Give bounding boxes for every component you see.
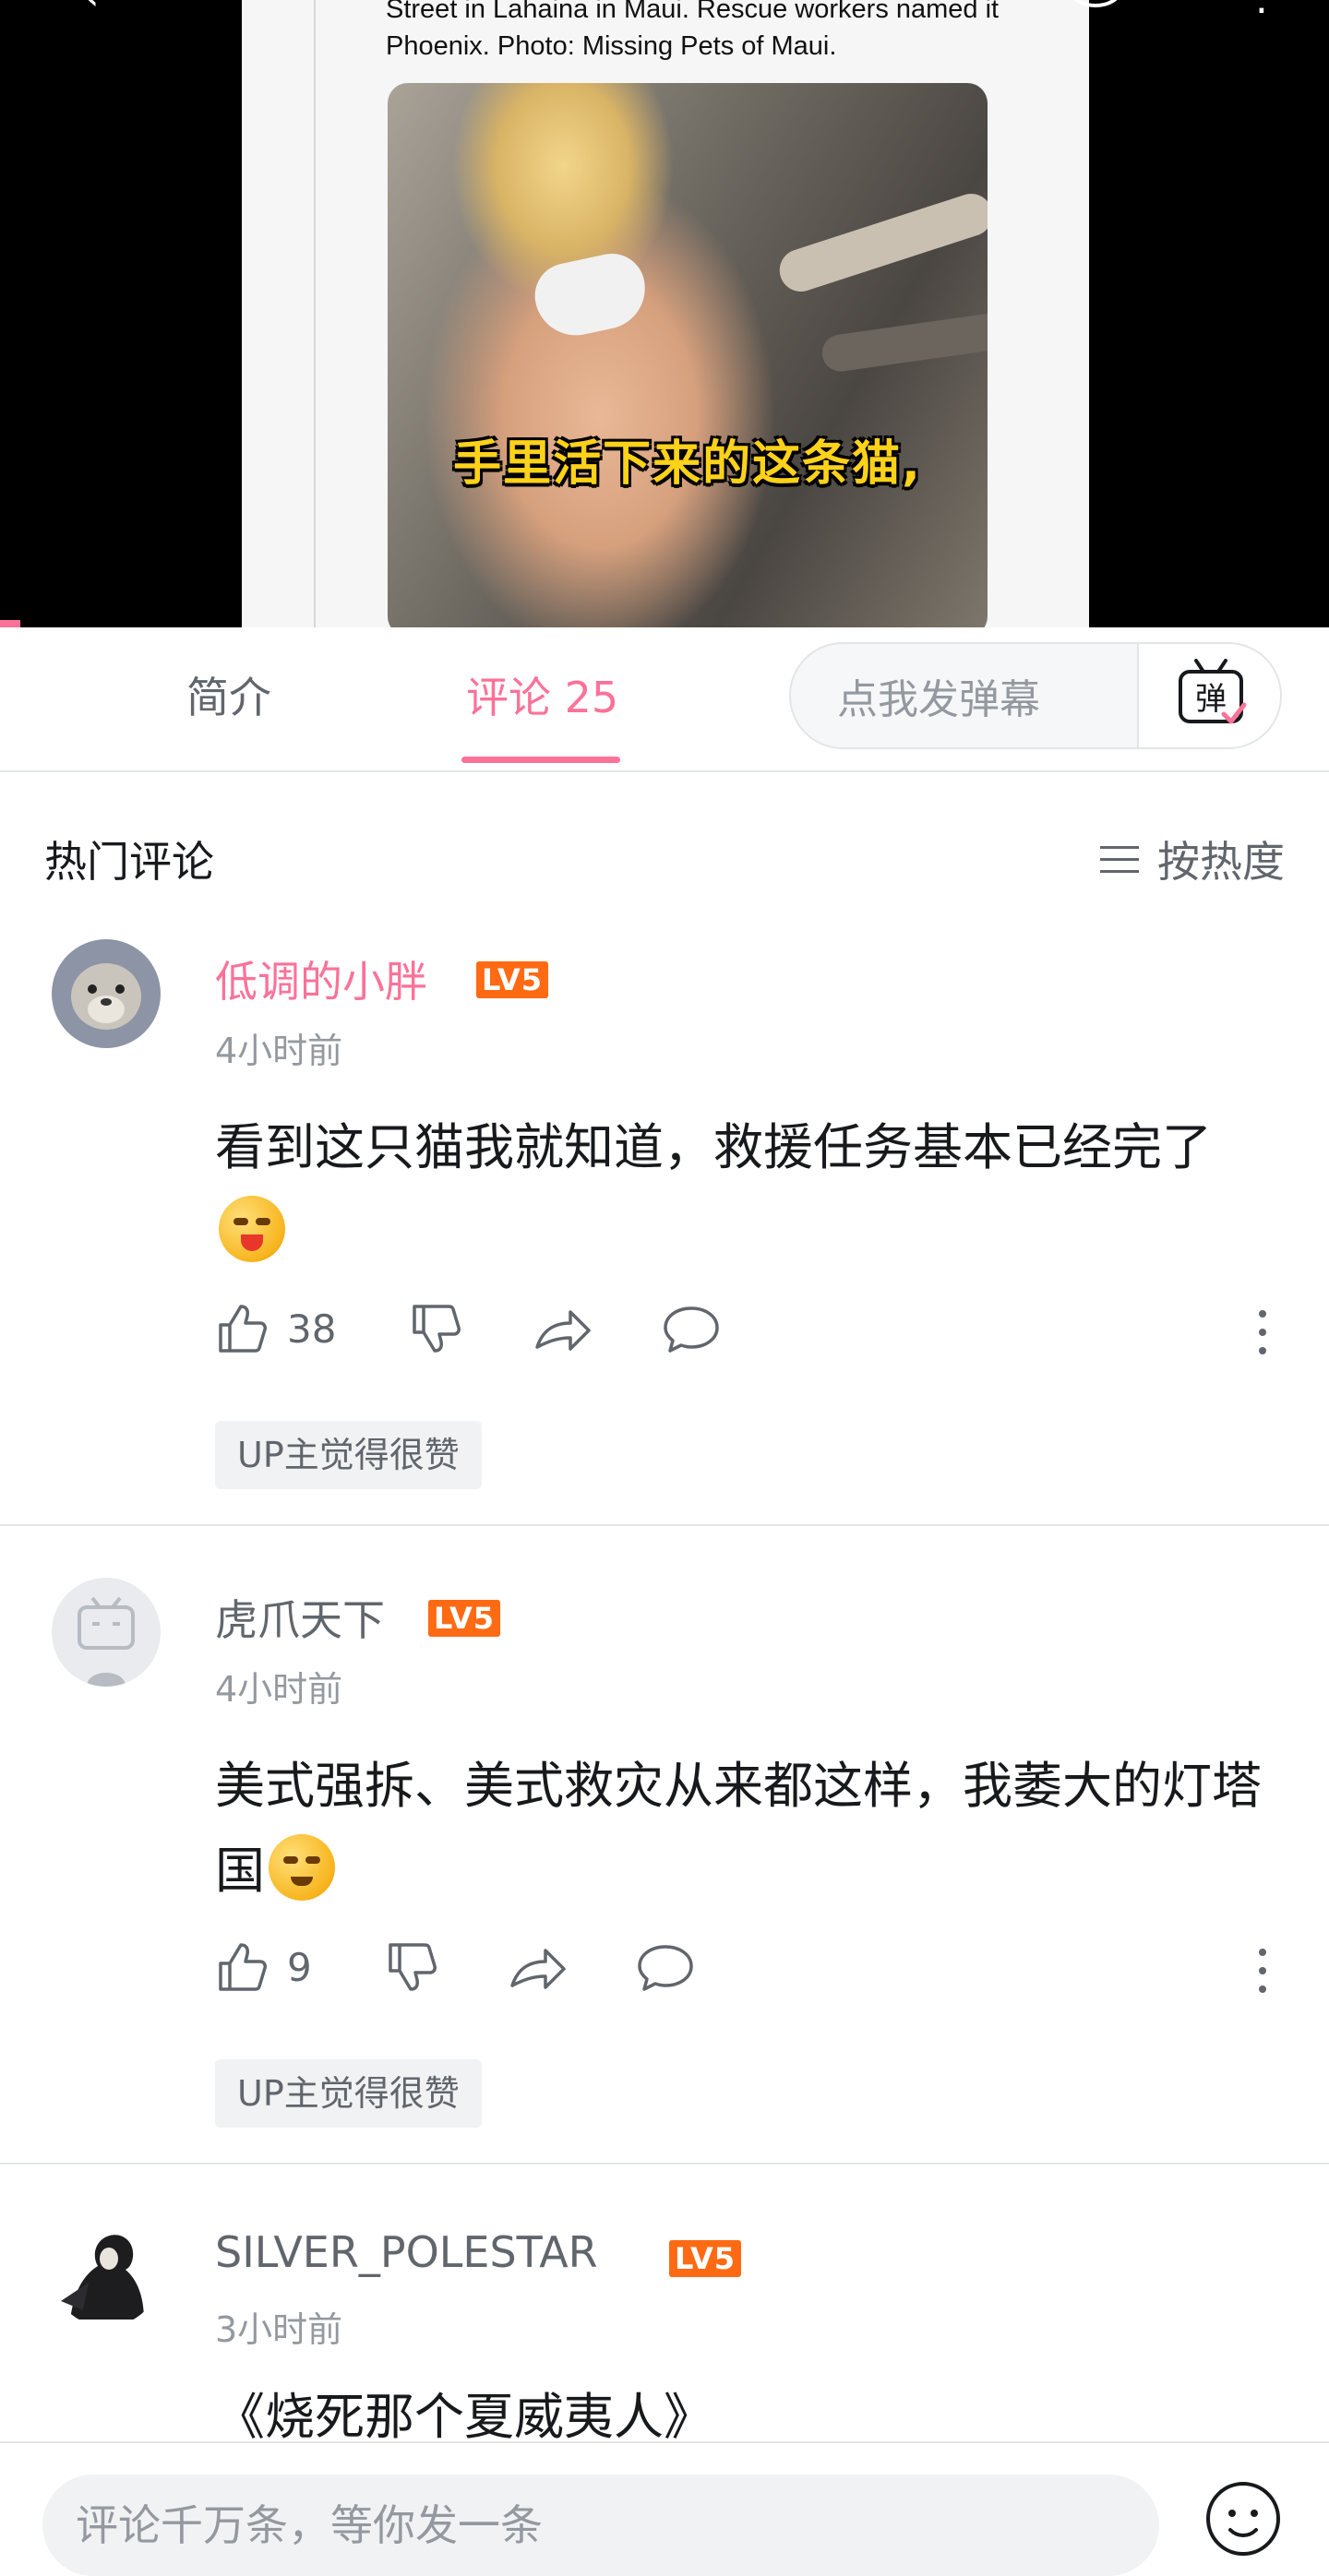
avatar[interactable]: [52, 1578, 161, 1687]
back-icon[interactable]: ‹: [83, 0, 100, 19]
video-photo: 手里活下来的这条猫,: [388, 83, 988, 637]
thumbs-down-icon: [389, 1943, 437, 1991]
like-button[interactable]: 38: [215, 1301, 336, 1356]
comment-time: 3小时前: [215, 2309, 343, 2350]
tab-bar: 简介 评论 25 点我发弹幕 弹: [0, 627, 1329, 772]
danmaku-toggle-label: 弹: [1195, 681, 1227, 718]
comment-text: 看到这只猫我就知道，救援任务基本已经完了: [215, 1105, 1276, 1275]
speech-bubble-icon: [664, 1306, 719, 1353]
photo-pipe: [820, 308, 988, 375]
up-liked-tag: UP主觉得很赞: [215, 1421, 482, 1489]
share-button[interactable]: [533, 1301, 593, 1356]
level-badge: LV5: [476, 961, 549, 998]
comment-divider: [0, 1524, 1329, 1526]
like-button[interactable]: 9: [215, 1939, 312, 1995]
comment-text-body: 美式强拆、美式救灾从来都这样，我萎大的灯塔国: [215, 1757, 1262, 1900]
share-icon: [535, 1310, 591, 1351]
comment-actions: 38: [215, 1301, 1276, 1366]
reply-input[interactable]: 评论千万条，等你发一条: [42, 2475, 1159, 2576]
reply-bar: 评论千万条，等你发一条: [0, 2441, 1329, 2576]
reply-button[interactable]: [636, 1939, 695, 1995]
hot-comments-title: 热门评论: [44, 837, 214, 887]
comment-time: 4小时前: [215, 1669, 343, 1710]
share-button[interactable]: [509, 1939, 568, 1995]
tab-comments[interactable]: 评论 25: [466, 664, 618, 725]
video-caption: Street in Lahaina in Maui. Rescue worker…: [386, 0, 1000, 61]
pouting-emoji-icon: [269, 1834, 335, 1901]
comment-time: 4小时前: [215, 1031, 343, 1071]
comment-username[interactable]: 低调的小胖: [215, 948, 427, 1009]
emoji-face-icon[interactable]: [1204, 2480, 1282, 2558]
sort-icon: [1100, 842, 1139, 876]
share-icon: [510, 1949, 566, 1989]
comment-username[interactable]: 虎爪天下: [215, 1587, 385, 1648]
video-player[interactable]: Street in Lahaina in Maui. Rescue worker…: [0, 0, 1329, 637]
video-progress-marker[interactable]: [0, 620, 20, 627]
level-badge: LV5: [428, 1600, 501, 1637]
danmaku-bar: 点我发弹幕 弹: [789, 642, 1282, 749]
comment-username[interactable]: SILVER_POLESTAR: [215, 2227, 598, 2277]
photo-face-mask: [528, 247, 653, 343]
avatar[interactable]: [52, 2218, 161, 2327]
danmaku-toggle-button[interactable]: 弹: [1137, 644, 1280, 747]
sort-label: 按热度: [1157, 837, 1285, 887]
comment-actions: 9: [215, 1939, 1276, 2004]
comment-divider: [0, 2163, 1329, 2165]
active-tab-indicator: [461, 757, 620, 763]
danmaku-tv-icon: 弹: [1179, 659, 1247, 724]
like-count: 9: [287, 1944, 312, 1990]
frame-divider: [314, 0, 316, 627]
video-frame: Street in Lahaina in Maui. Rescue worker…: [242, 0, 1089, 637]
avatar[interactable]: [52, 939, 161, 1048]
danmaku-input[interactable]: 点我发弹幕: [791, 644, 1137, 747]
more-options-icon[interactable]: [1249, 1305, 1276, 1360]
dislike-button[interactable]: [385, 1939, 440, 1995]
like-count: 38: [287, 1306, 337, 1352]
photo-debris: [773, 188, 988, 297]
cast-icon[interactable]: [1066, 0, 1125, 19]
reply-button[interactable]: [662, 1301, 721, 1356]
laughing-emoji-icon: [219, 1196, 285, 1262]
dislike-button[interactable]: [409, 1301, 464, 1356]
up-liked-tag: UP主觉得很赞: [215, 2059, 482, 2128]
comment-text: 美式强拆、美式救灾从来都这样，我萎大的灯塔国: [215, 1744, 1276, 1914]
more-vertical-icon[interactable]: ⋮: [1241, 0, 1282, 19]
thumbs-down-icon: [413, 1305, 461, 1353]
comment-text-body: 看到这只猫我就知道，救援任务基本已经完了: [215, 1118, 1212, 1176]
sort-by-heat-button[interactable]: 按热度: [1100, 829, 1285, 889]
tab-intro[interactable]: 简介: [186, 664, 271, 725]
video-subtitle: 手里活下来的这条猫,: [453, 436, 922, 492]
speech-bubble-icon: [638, 1945, 693, 1991]
thumbs-up-icon: [219, 1943, 267, 1991]
thumbs-up-icon: [219, 1305, 267, 1353]
more-options-icon[interactable]: [1249, 1943, 1276, 1998]
level-badge: LV5: [669, 2240, 742, 2277]
